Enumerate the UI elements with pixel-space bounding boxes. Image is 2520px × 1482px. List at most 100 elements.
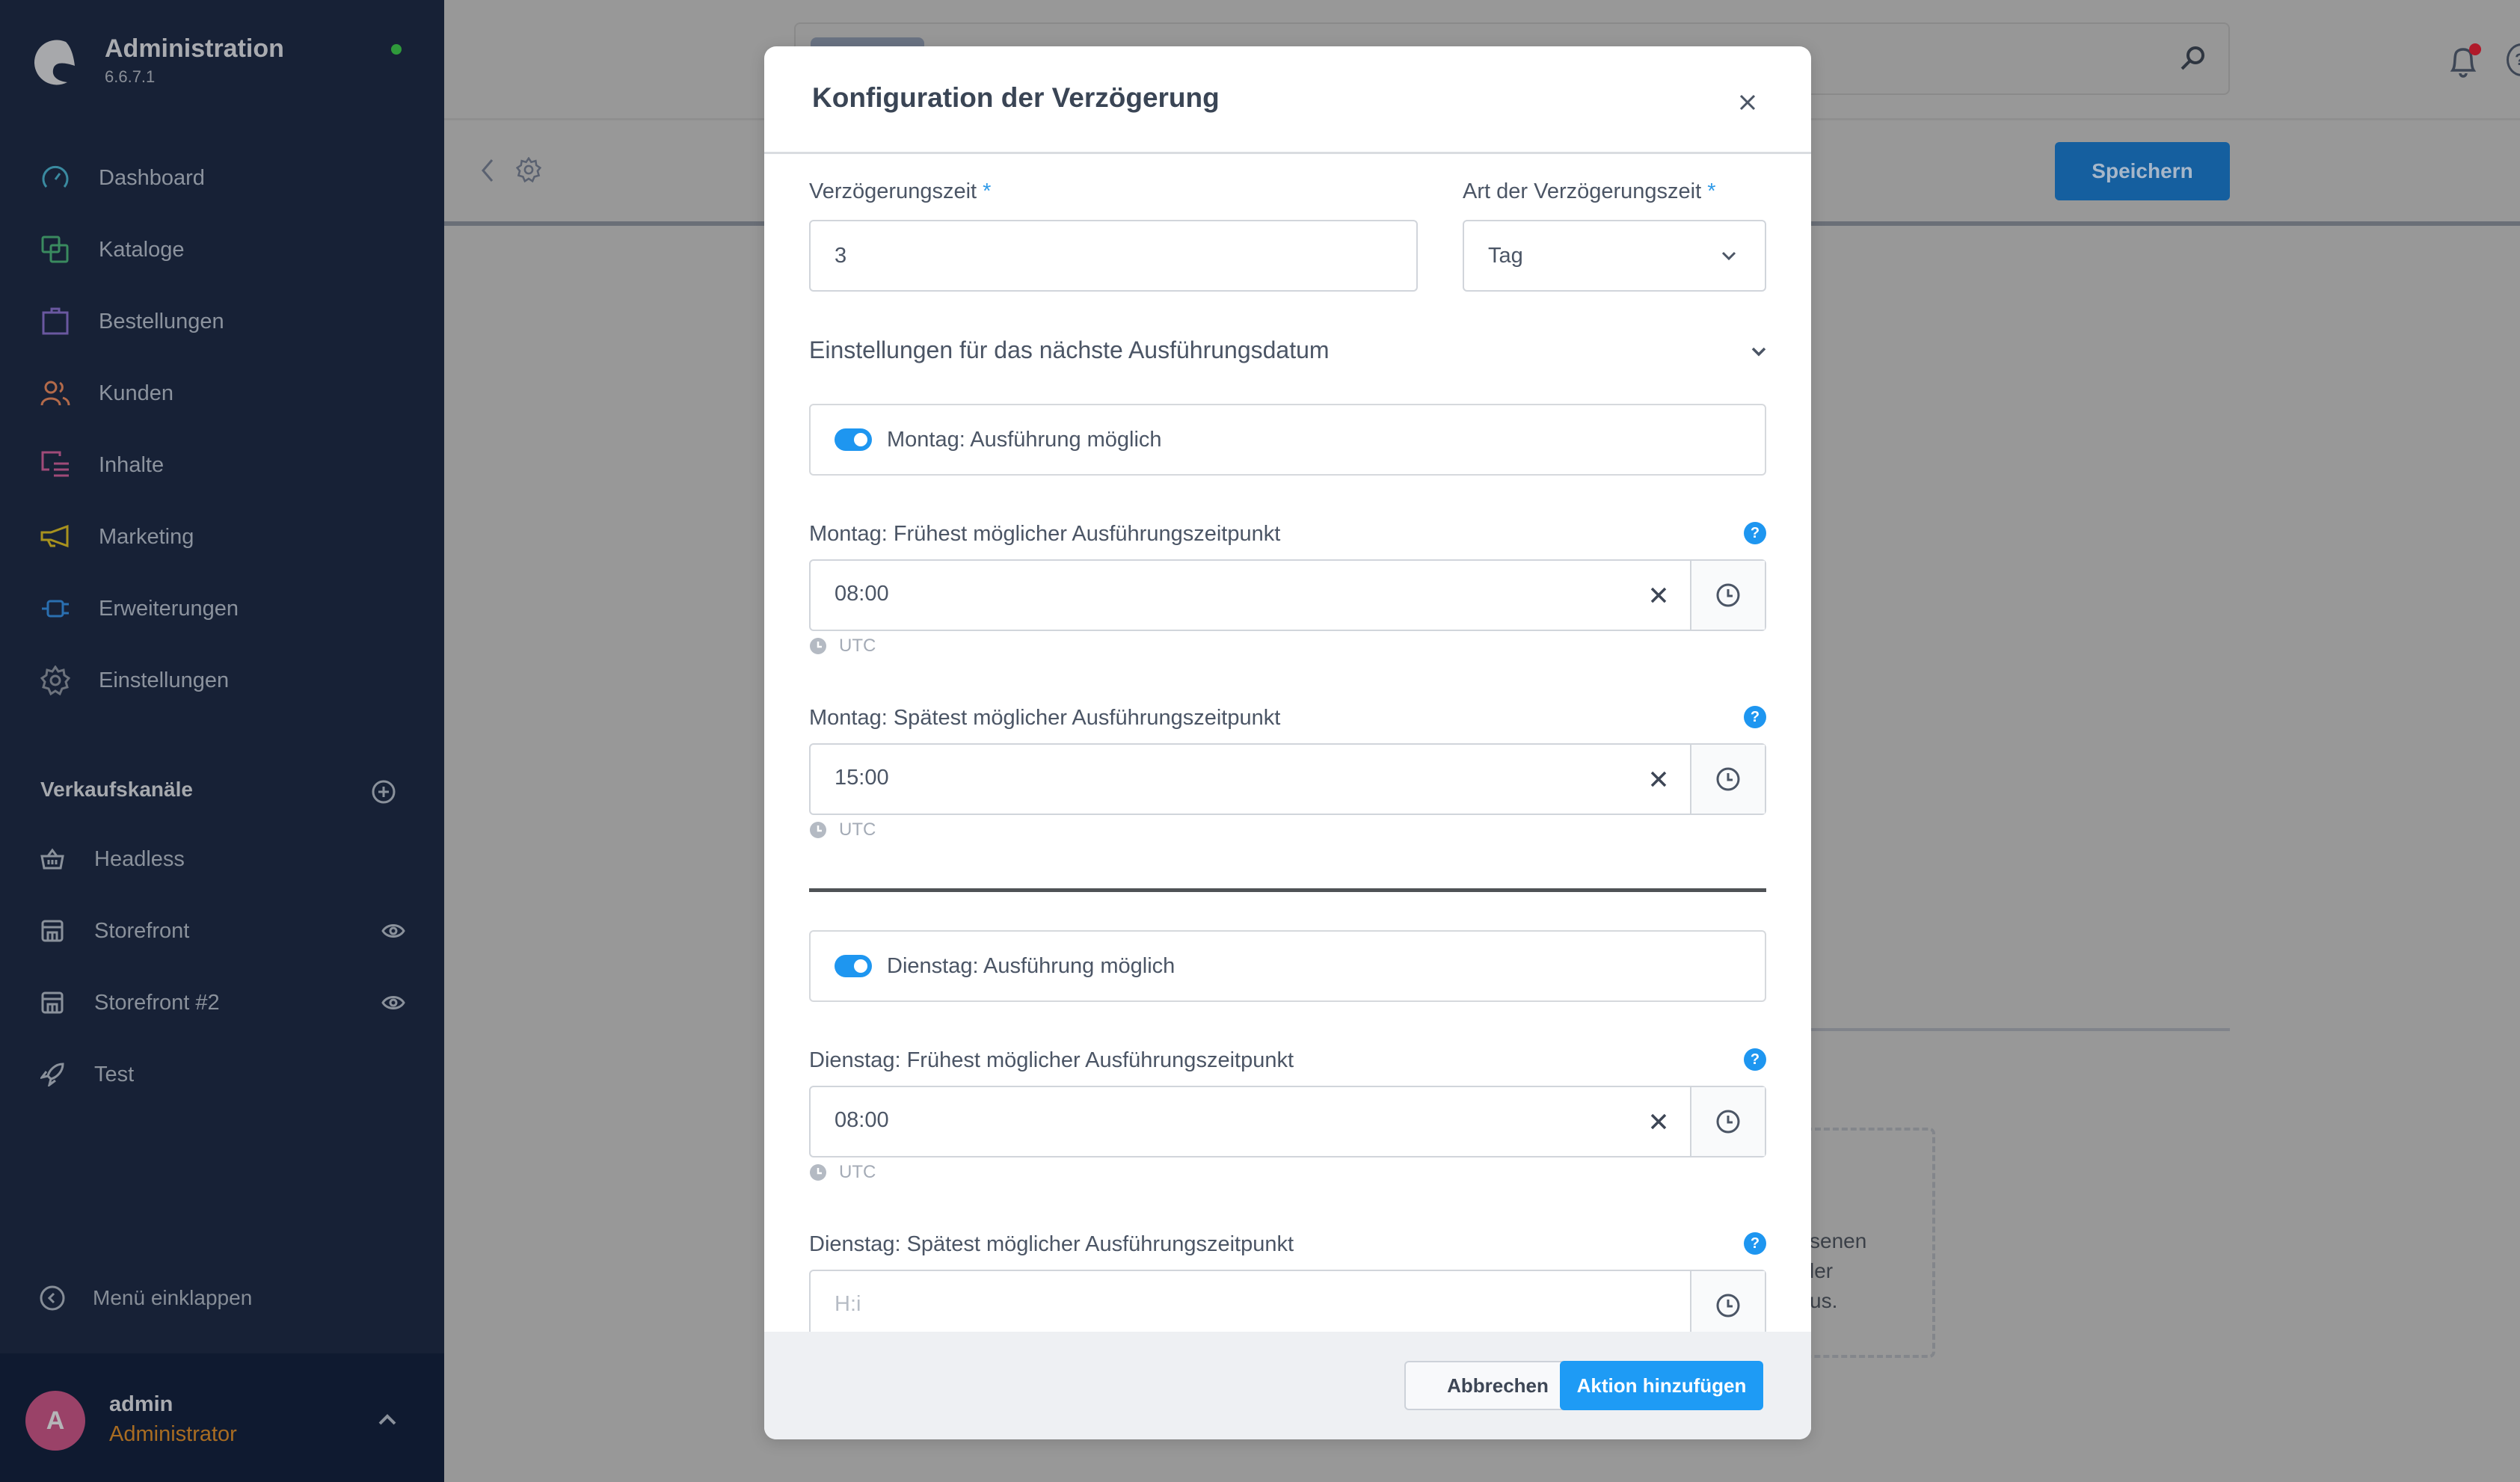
notification-badge xyxy=(2469,43,2481,55)
day-separator xyxy=(809,888,1766,892)
sidebar-item-label: Bestellungen xyxy=(99,309,224,333)
delay-time-input[interactable]: 3 xyxy=(809,220,1418,292)
switch-label: Dienstag: Ausführung möglich xyxy=(887,953,1176,978)
required-marker: * xyxy=(983,179,992,203)
rocket-icon xyxy=(39,1061,66,1088)
time-picker-button[interactable] xyxy=(1690,745,1765,814)
clear-icon[interactable] xyxy=(1648,585,1669,606)
timezone-label: UTC xyxy=(839,820,876,840)
timezone-hint: UTC xyxy=(809,820,876,840)
monday-earliest-time-input[interactable]: 08:00 xyxy=(809,559,1766,631)
sidebar-item-label: Marketing xyxy=(99,524,194,549)
help-icon[interactable]: ? xyxy=(1744,1232,1766,1255)
tuesday-latest-label: Dienstag: Spätest möglicher Ausführungsz… xyxy=(809,1232,1294,1256)
clock-icon xyxy=(810,638,826,654)
collapse-menu-button[interactable]: Menü einklappen xyxy=(39,1285,252,1312)
time-value: 08:00 xyxy=(835,582,889,606)
sales-channel-test[interactable]: Test xyxy=(39,1052,405,1097)
shopware-logo-icon xyxy=(34,40,75,85)
sales-channel-label: Test xyxy=(94,1062,135,1086)
app-version: 6.6.7.1 xyxy=(105,67,156,86)
background-divider xyxy=(1811,1028,2230,1031)
collapse-menu-label: Menü einklappen xyxy=(93,1286,253,1309)
search-icon[interactable] xyxy=(2178,43,2207,73)
sidebar-item-label: Dashboard xyxy=(99,165,205,190)
delay-type-label: Art der Verzögerungszeit * xyxy=(1463,179,1716,204)
add-action-button[interactable]: Aktion hinzufügen xyxy=(1560,1361,1763,1410)
label-text: Verzögerungszeit xyxy=(809,179,977,203)
help-icon[interactable]: ? xyxy=(1744,706,1766,728)
next-execution-section-title[interactable]: Einstellungen für das nächste Ausführung… xyxy=(809,336,1330,364)
timezone-hint: UTC xyxy=(809,636,876,657)
tuesday-earliest-time-input[interactable]: 08:00 xyxy=(809,1086,1766,1157)
help-icon[interactable]: ? xyxy=(1744,522,1766,544)
sidebar-item-kataloge[interactable]: Kataloge xyxy=(39,227,413,272)
dropzone-text-line: ler xyxy=(1810,1259,1834,1282)
sidebar-item-erweiterungen[interactable]: Erweiterungen xyxy=(39,586,413,631)
modal-header-divider xyxy=(764,152,1811,154)
time-picker-button[interactable] xyxy=(1690,1087,1765,1156)
chevron-left-icon[interactable] xyxy=(479,157,497,184)
clear-icon[interactable] xyxy=(1648,769,1669,790)
tuesday-enabled-toggle[interactable] xyxy=(835,955,872,977)
sidebar-item-inhalte[interactable]: Inhalte xyxy=(39,443,413,488)
timezone-hint: UTC xyxy=(809,1162,876,1183)
help-icon[interactable]: ? xyxy=(1744,1048,1766,1071)
switch-label: Montag: Ausführung möglich xyxy=(887,427,1162,452)
delay-time-label: Verzögerungszeit * xyxy=(809,179,991,204)
clock-icon xyxy=(810,1164,826,1181)
sidebar-item-label: Kataloge xyxy=(99,237,185,262)
orders-icon xyxy=(39,305,72,338)
settings-icon xyxy=(39,664,72,697)
dropzone-text-line: us. xyxy=(1810,1289,1838,1312)
clock-icon xyxy=(1716,1110,1740,1134)
close-icon[interactable] xyxy=(1736,91,1759,114)
sidebar-item-einstellungen[interactable]: Einstellungen xyxy=(39,658,413,703)
eye-icon[interactable] xyxy=(381,991,405,1015)
sales-channel-label: Storefront xyxy=(94,918,190,943)
sidebar: Administration 6.6.7.1 Dashboard Katalog… xyxy=(0,0,444,1482)
user-name: admin xyxy=(109,1392,173,1416)
tuesday-enabled-switch-row[interactable]: Dienstag: Ausführung möglich xyxy=(809,930,1766,1002)
chevron-down-icon[interactable] xyxy=(1750,345,1768,357)
sales-channel-headless[interactable]: Headless xyxy=(39,837,405,882)
chevron-up-icon[interactable] xyxy=(374,1410,401,1428)
user-role: Administrator xyxy=(109,1422,237,1446)
clear-icon[interactable] xyxy=(1648,1111,1669,1132)
sidebar-item-kunden[interactable]: Kunden xyxy=(39,371,413,416)
dashboard-icon xyxy=(39,162,72,194)
sidebar-item-bestellungen[interactable]: Bestellungen xyxy=(39,299,413,344)
app-title: Administration xyxy=(105,34,284,63)
sales-channel-label: Storefront #2 xyxy=(94,990,220,1015)
delay-config-modal: Konfiguration der Verzögerung Verzögerun… xyxy=(764,46,1811,1439)
save-button[interactable]: Speichern xyxy=(2055,142,2230,200)
monday-enabled-toggle[interactable] xyxy=(835,428,872,451)
help-icon[interactable]: ? xyxy=(2507,43,2520,76)
time-placeholder: H:i xyxy=(835,1292,861,1316)
chevron-down-icon xyxy=(1721,251,1736,261)
delay-type-select[interactable]: Tag xyxy=(1463,220,1766,292)
sidebar-item-label: Inhalte xyxy=(99,452,165,477)
time-picker-button[interactable] xyxy=(1690,561,1765,630)
dropzone-text-line: senen xyxy=(1810,1229,1867,1252)
marketing-icon xyxy=(39,520,72,553)
monday-enabled-switch-row[interactable]: Montag: Ausführung möglich xyxy=(809,404,1766,476)
clock-icon xyxy=(1716,1294,1740,1317)
select-value: Tag xyxy=(1488,243,1523,268)
sales-channel-storefront-2[interactable]: Storefront #2 xyxy=(39,980,405,1025)
tuesday-latest-time-input[interactable]: H:i xyxy=(809,1270,1766,1341)
tuesday-earliest-label: Dienstag: Frühest möglicher Ausführungsz… xyxy=(809,1048,1294,1072)
label-text: Art der Verzögerungszeit xyxy=(1463,179,1702,203)
sales-channel-storefront[interactable]: Storefront xyxy=(39,908,405,953)
time-picker-button[interactable] xyxy=(1690,1271,1765,1340)
add-sales-channel-icon[interactable] xyxy=(371,779,396,805)
gear-icon[interactable] xyxy=(516,157,541,182)
sidebar-item-label: Einstellungen xyxy=(99,668,230,692)
eye-icon[interactable] xyxy=(381,919,405,943)
avatar[interactable]: A xyxy=(25,1391,85,1451)
sidebar-item-dashboard[interactable]: Dashboard xyxy=(39,156,413,200)
content-icon xyxy=(39,449,72,482)
clock-icon xyxy=(810,822,826,838)
monday-latest-time-input[interactable]: 15:00 xyxy=(809,743,1766,815)
sidebar-item-marketing[interactable]: Marketing xyxy=(39,514,413,559)
